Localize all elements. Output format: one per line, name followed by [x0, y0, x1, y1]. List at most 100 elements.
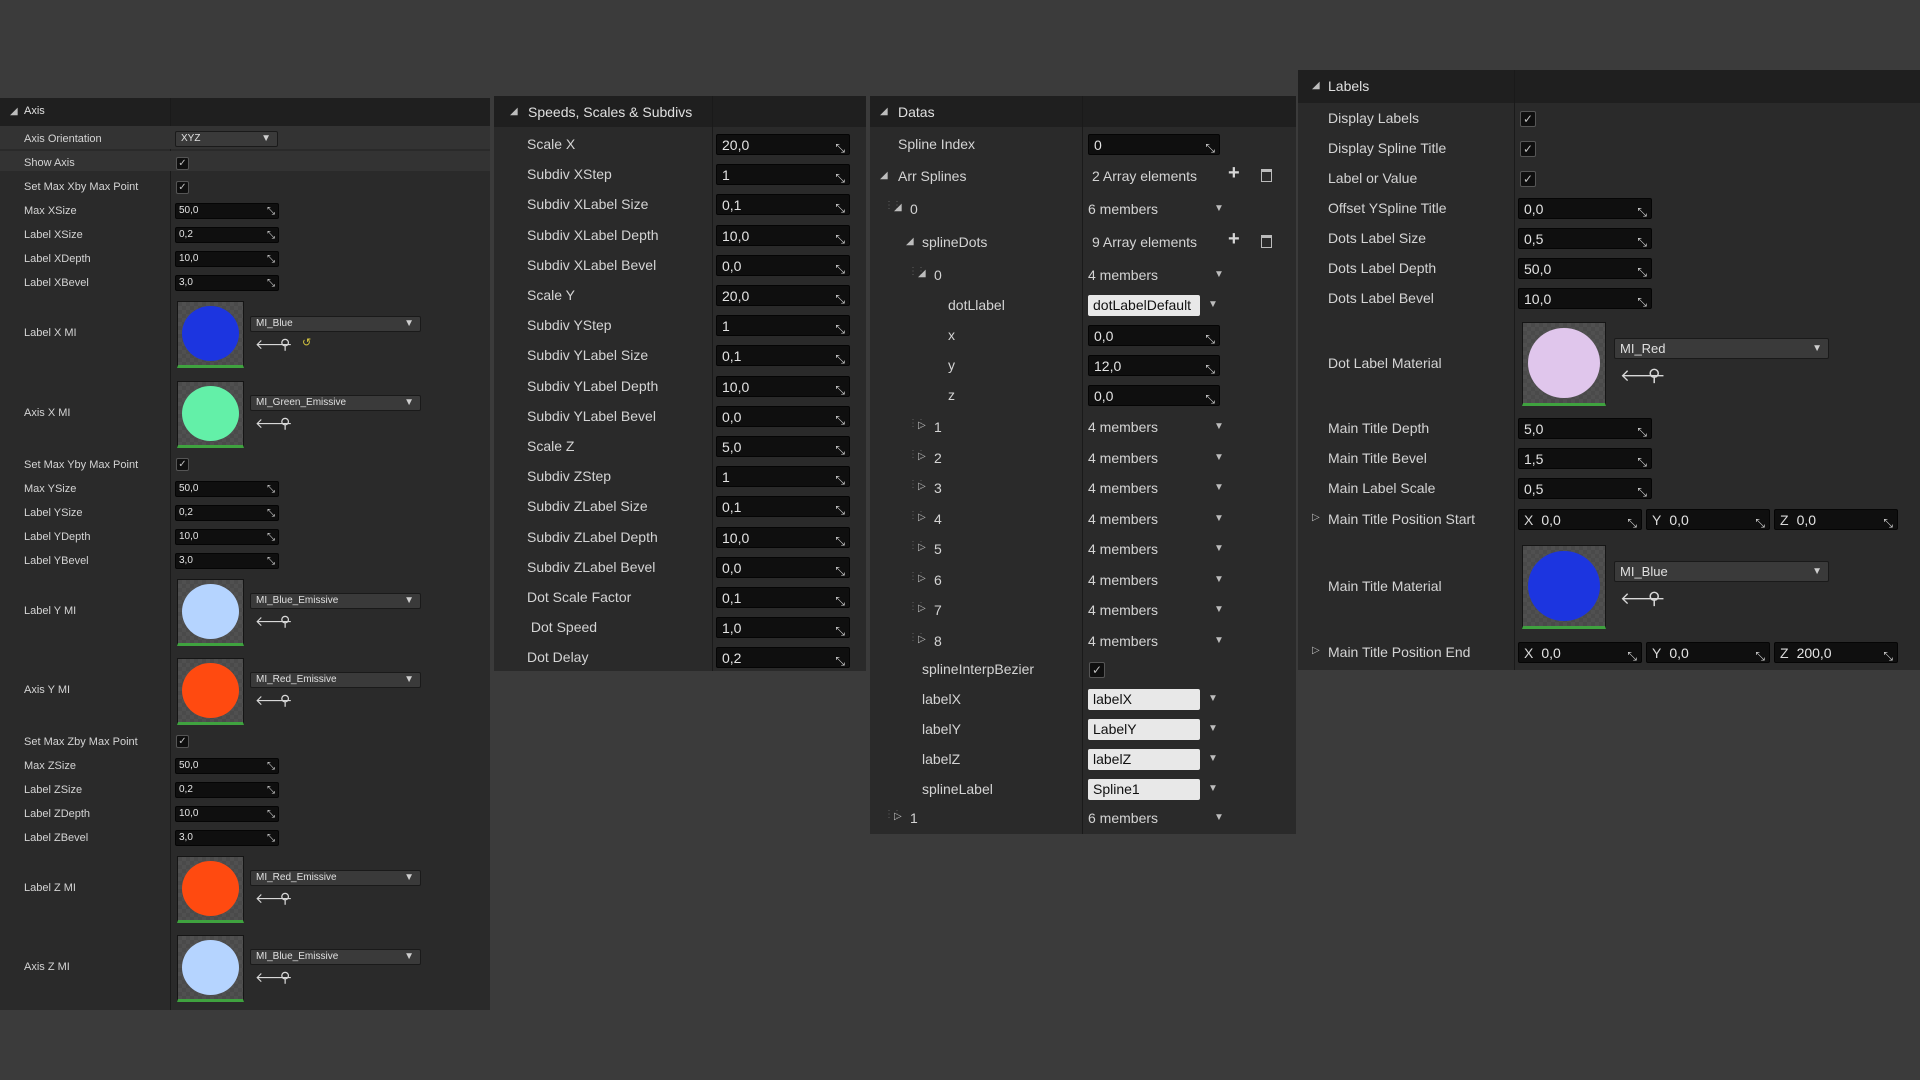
z-field[interactable]: 0,0 ⤡ — [1088, 385, 1220, 406]
chevron-down-icon[interactable]: ▼ — [1214, 203, 1224, 214]
speeds-row-field[interactable]: 20,0 ⤡ — [716, 285, 850, 306]
main-material-dropdown[interactable]: MI_Blue ▼ — [1614, 561, 1829, 582]
speeds-row-field[interactable]: 20,0 ⤡ — [716, 134, 850, 155]
chevron-down-icon[interactable]: ▼ — [1208, 783, 1218, 794]
pos-start-z-field[interactable]: Z 0,0 ⤡ — [1774, 509, 1898, 530]
chevron-down-icon[interactable]: ▼ — [1214, 812, 1224, 823]
search-icon[interactable]: ⚲ — [280, 969, 290, 986]
label-x-mi-dropdown[interactable]: MI_Blue ▼ — [250, 316, 421, 332]
main-scale-field[interactable]: 0,5 ⤡ — [1518, 478, 1652, 499]
expanded-triangle-icon[interactable]: ◢ — [918, 268, 926, 279]
chevron-down-icon[interactable]: ▼ — [1214, 269, 1224, 280]
collapse-triangle-icon[interactable]: ◢ — [1312, 80, 1320, 91]
labelx-input[interactable]: labelX — [1088, 689, 1200, 710]
collapse-triangle-icon[interactable]: ◢ — [880, 106, 888, 117]
main-depth-field[interactable]: 5,0 ⤡ — [1518, 418, 1652, 439]
label-y-depth-field[interactable]: 10,0 ⤡ — [175, 529, 279, 545]
chevron-down-icon[interactable]: ▼ — [1214, 604, 1224, 615]
drag-handle-icon[interactable]: ⋮⋮ — [908, 602, 926, 617]
axis-y-mi-thumbnail[interactable] — [177, 658, 244, 725]
collapsed-triangle-icon[interactable]: ▷ — [1312, 645, 1320, 656]
search-icon[interactable]: ⚲ — [280, 415, 290, 432]
set-max-y-checkbox[interactable]: ✓ — [176, 458, 189, 471]
delete-icon[interactable] — [1261, 169, 1272, 182]
pos-start-x-field[interactable]: X 0,0 ⤡ — [1518, 509, 1642, 530]
drag-handle-icon[interactable]: ⋮⋮ — [884, 810, 902, 825]
expanded-triangle-icon[interactable]: ◢ — [894, 202, 902, 213]
drag-handle-icon[interactable]: ⋮⋮ — [908, 541, 926, 556]
collapsed-triangle-icon[interactable]: ▷ — [918, 420, 926, 431]
label-y-bevel-field[interactable]: 3,0 ⤡ — [175, 553, 279, 569]
pos-end-x-field[interactable]: X 0,0 ⤡ — [1518, 642, 1642, 663]
label-or-value-checkbox[interactable]: ✓ — [1520, 171, 1536, 187]
offset-field[interactable]: 0,0 ⤡ — [1518, 198, 1652, 219]
set-max-x-checkbox[interactable]: ✓ — [176, 181, 189, 194]
spline-index-field[interactable]: 0 ⤡ — [1088, 134, 1220, 155]
speeds-row-field[interactable]: 10,0 ⤡ — [716, 526, 850, 548]
chevron-down-icon[interactable]: ▼ — [1214, 452, 1224, 463]
label-y-size-field[interactable]: 0,2 ⤡ — [175, 505, 279, 521]
speeds-row-field[interactable]: 0,2 ⤡ — [716, 647, 850, 669]
label-z-bevel-field[interactable]: 3,0 ⤡ — [175, 830, 279, 846]
chevron-down-icon[interactable]: ▼ — [1208, 723, 1218, 734]
main-bevel-field[interactable]: 1,5 ⤡ — [1518, 448, 1652, 469]
chevron-down-icon[interactable]: ▼ — [1214, 574, 1224, 585]
chevron-down-icon[interactable]: ▼ — [1208, 693, 1218, 704]
label-z-mi-thumbnail[interactable] — [177, 856, 244, 923]
datas-panel-header[interactable]: ◢ Datas — [870, 96, 1296, 127]
drag-handle-icon[interactable]: ⋮⋮ — [908, 480, 926, 495]
max-y-size-field[interactable]: 50,0 ⤡ — [175, 481, 279, 497]
chevron-down-icon[interactable]: ▼ — [1208, 753, 1218, 764]
drag-handle-icon[interactable]: ⋮⋮ — [908, 267, 926, 282]
dot-material-dropdown[interactable]: MI_Red ▼ — [1614, 338, 1829, 359]
pos-end-z-field[interactable]: Z 200,0 ⤡ — [1774, 642, 1898, 663]
collapsed-triangle-icon[interactable]: ▷ — [918, 451, 926, 462]
speeds-row-field[interactable]: 0,1 ⤡ — [716, 345, 850, 367]
chevron-down-icon[interactable]: ▼ — [1214, 635, 1224, 646]
pos-end-y-field[interactable]: Y 0,0 ⤡ — [1646, 642, 1770, 663]
dots-size-field[interactable]: 0,5 ⤡ — [1518, 228, 1652, 249]
display-labels-checkbox[interactable]: ✓ — [1520, 111, 1536, 127]
drag-handle-icon[interactable]: ⋮⋮ — [908, 632, 926, 648]
label-x-bevel-field[interactable]: 3,0 ⤡ — [175, 275, 279, 291]
label-y-mi-thumbnail[interactable] — [177, 579, 244, 646]
label-z-size-field[interactable]: 0,2 ⤡ — [175, 782, 279, 798]
display-spline-title-checkbox[interactable]: ✓ — [1520, 141, 1536, 157]
label-z-mi-dropdown[interactable]: MI_Red_Emissive ▼ — [250, 870, 421, 886]
drag-handle-icon[interactable]: ⋮⋮ — [908, 449, 926, 465]
labelz-input[interactable]: labelZ — [1088, 749, 1200, 770]
max-z-size-field[interactable]: 50,0 ⤡ — [175, 758, 279, 774]
main-material-thumbnail[interactable] — [1522, 545, 1606, 629]
speeds-panel-header[interactable]: ◢ Speeds, Scales & Subdivs — [494, 96, 866, 127]
collapsed-triangle-icon[interactable]: ▷ — [918, 634, 926, 645]
max-x-size-field[interactable]: 50,0 ⤡ — [175, 203, 279, 219]
dots-bevel-field[interactable]: 10,0 ⤡ — [1518, 288, 1652, 309]
expanded-triangle-icon[interactable]: ◢ — [906, 236, 914, 247]
speeds-row-field[interactable]: 0,1 ⤡ — [716, 587, 850, 608]
x-field[interactable]: 0,0 ⤡ — [1088, 325, 1220, 346]
collapse-triangle-icon[interactable]: ◢ — [510, 106, 518, 117]
axis-x-mi-thumbnail[interactable] — [177, 381, 244, 448]
add-element-icon[interactable]: + — [1228, 228, 1240, 251]
dot-material-thumbnail[interactable] — [1522, 322, 1606, 406]
speeds-row-field[interactable]: 1 ⤡ — [716, 164, 850, 186]
speeds-row-field[interactable]: 10,0 ⤡ — [716, 224, 850, 246]
y-field[interactable]: 12,0 ⤡ — [1088, 355, 1220, 376]
chevron-down-icon[interactable]: ▼ — [1208, 299, 1218, 310]
speeds-row-field[interactable]: 1,0 ⤡ — [716, 617, 850, 639]
speeds-row-field[interactable]: 1 ⤡ — [716, 466, 850, 488]
spline-label-input[interactable]: Spline1 — [1088, 779, 1200, 800]
labely-input[interactable]: LabelY — [1088, 719, 1200, 740]
axis-y-mi-dropdown[interactable]: MI_Red_Emissive ▼ — [250, 672, 421, 688]
delete-icon[interactable] — [1261, 235, 1272, 248]
chevron-down-icon[interactable]: ▼ — [1214, 421, 1224, 432]
collapsed-triangle-icon[interactable]: ▷ — [918, 481, 926, 492]
label-z-depth-field[interactable]: 10,0 ⤡ — [175, 806, 279, 822]
speeds-row-field[interactable]: 0,1 ⤡ — [716, 496, 850, 518]
drag-handle-icon[interactable]: ⋮⋮ — [908, 510, 926, 526]
labels-panel-header[interactable]: ◢ Labels — [1298, 70, 1920, 103]
collapse-triangle-icon[interactable]: ◢ — [10, 106, 18, 117]
collapsed-triangle-icon[interactable]: ▷ — [894, 811, 902, 822]
label-x-size-field[interactable]: 0,2 ⤡ — [175, 227, 279, 243]
dots-depth-field[interactable]: 50,0 ⤡ — [1518, 258, 1652, 279]
